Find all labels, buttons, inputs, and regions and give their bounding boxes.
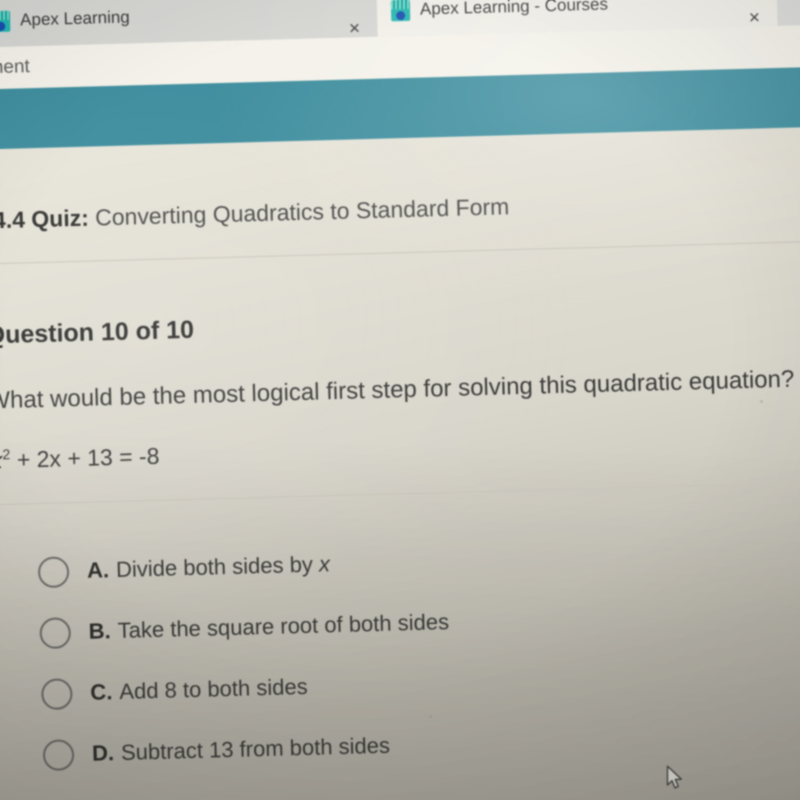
answer-option-b[interactable]: B. Take the square root of both sides — [39, 587, 800, 660]
quiz-title-name: Converting Quadratics to Standard Form — [94, 193, 510, 231]
radio-button-d[interactable] — [42, 738, 75, 771]
answer-text-a: Divide both sides by — [115, 551, 320, 583]
question-counter: Question 10 of 10 — [0, 315, 195, 350]
radio-button-c[interactable] — [40, 677, 73, 710]
answer-letter-c: C. — [90, 679, 113, 705]
answer-option-d-label: D. Subtract 13 from both sides — [92, 733, 391, 767]
equation-rest: + 2x + 13 = -8 — [10, 442, 160, 473]
answer-option-c[interactable]: C. Add 8 to both sides — [40, 648, 800, 721]
quiz-content: .4.4 Quiz: Converting Quadratics to Stan… — [0, 125, 800, 800]
radio-button-b[interactable] — [39, 616, 72, 649]
answer-letter-a: A. — [86, 557, 110, 583]
answer-option-d[interactable]: D. Subtract 13 from both sides — [42, 709, 800, 782]
radio-button-a[interactable] — [37, 555, 70, 588]
quiz-title-number: .4.4 — [0, 206, 26, 234]
title-divider — [0, 239, 800, 265]
tab-title: Apex Learning - Courses — [419, 0, 609, 19]
answer-option-a[interactable]: A. Divide both sides by x — [37, 526, 798, 599]
answer-text-c: Add 8 to both sides — [119, 673, 308, 704]
equation-divider — [0, 479, 800, 506]
answer-options-list: A. Divide both sides by x B. Take the squa… — [37, 526, 800, 790]
photo-speck — [429, 715, 432, 718]
answer-letter-d: D. — [91, 740, 115, 766]
photo-speck — [760, 400, 763, 403]
tab-title: Apex Learning — [19, 7, 131, 30]
question-text: What would be the most logical first ste… — [0, 365, 795, 415]
question-equation: x2 + 2x + 13 = -8 — [0, 443, 160, 475]
quiz-title: .4.4 Quiz: Converting Quadratics to Stan… — [0, 193, 510, 234]
browser-screen: × Apex Learning × Apex Learning - Course… — [0, 0, 800, 800]
photo-of-screen: × Apex Learning × Apex Learning - Course… — [0, 0, 800, 800]
answer-option-c-label: C. Add 8 to both sides — [90, 674, 308, 706]
answer-option-b-label: B. Take the square root of both sides — [88, 609, 449, 645]
breadcrumb: assessment — [0, 56, 31, 80]
answer-italic-a: x — [318, 551, 331, 577]
answer-text-d: Subtract 13 from both sides — [120, 732, 391, 765]
answer-letter-b: B. — [88, 618, 112, 644]
page-area: assessment .4.4 Quiz: Converting Quadrat… — [0, 23, 800, 800]
quiz-title-kind: Quiz: — [30, 204, 90, 233]
apex-learning-favicon — [0, 10, 11, 32]
apex-learning-favicon — [390, 0, 411, 21]
answer-text-b: Take the square root of both sides — [117, 609, 450, 643]
answer-option-a-label: A. Divide both sides by x — [87, 551, 331, 584]
